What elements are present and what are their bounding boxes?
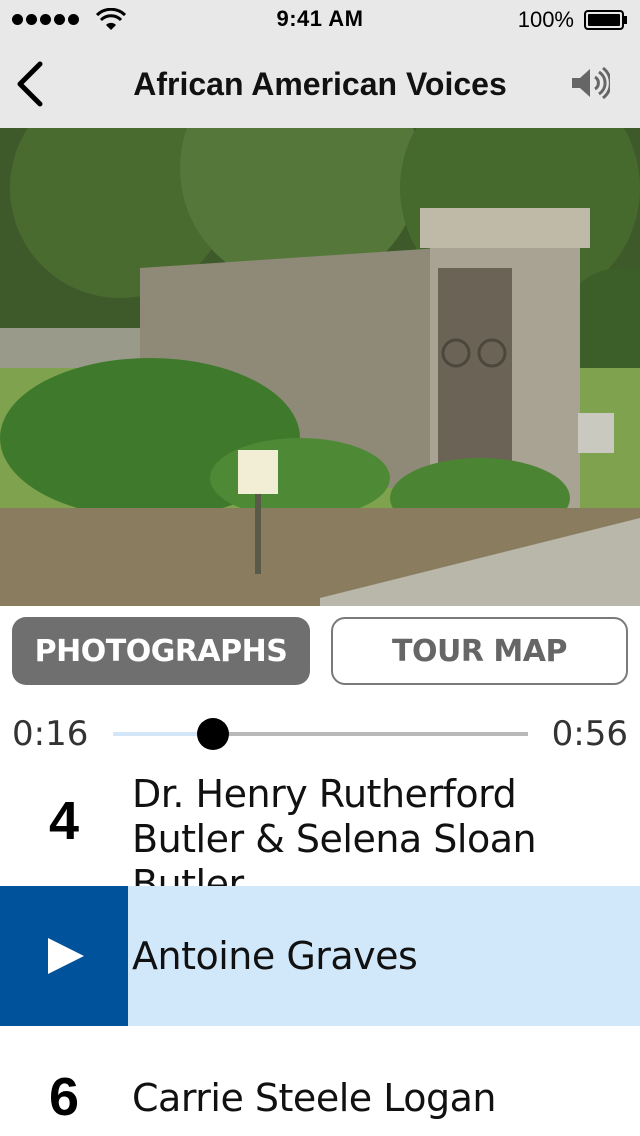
mausoleum-photo [0,128,640,606]
stop-number: 6 [48,1067,80,1127]
battery-percentage: 100% [517,7,574,32]
total-time: 0:56 [551,714,628,754]
speaker-icon[interactable] [570,66,610,100]
stop-name: Antoine Graves [132,934,418,978]
list-item-playing[interactable]: Antoine Graves [0,886,640,1026]
photo-carousel[interactable] [0,128,640,606]
slider-thumb[interactable] [196,718,229,750]
tab-tour-map[interactable]: TOUR MAP [331,617,628,685]
back-chevron-icon[interactable] [12,60,52,108]
play-button[interactable] [0,886,128,1026]
page-title: African American Voices [133,66,507,102]
status-bar: 9:41 AM 100% [0,0,640,40]
tab-photographs[interactable]: PHOTOGRAPHS [12,617,310,685]
navigation-bar: African American Voices [0,40,640,129]
audio-progress-slider[interactable] [113,718,528,750]
elapsed-time: 0:16 [12,714,89,754]
list-item[interactable]: 4 Dr. Henry Rutherford Butler & Selena S… [0,760,640,906]
stop-number: 4 [48,791,80,851]
list-item[interactable]: 6 Carrie Steele Logan [0,1026,640,1136]
play-icon [48,938,84,974]
stop-name: Carrie Steele Logan [132,1076,496,1120]
battery-icon [584,10,627,30]
